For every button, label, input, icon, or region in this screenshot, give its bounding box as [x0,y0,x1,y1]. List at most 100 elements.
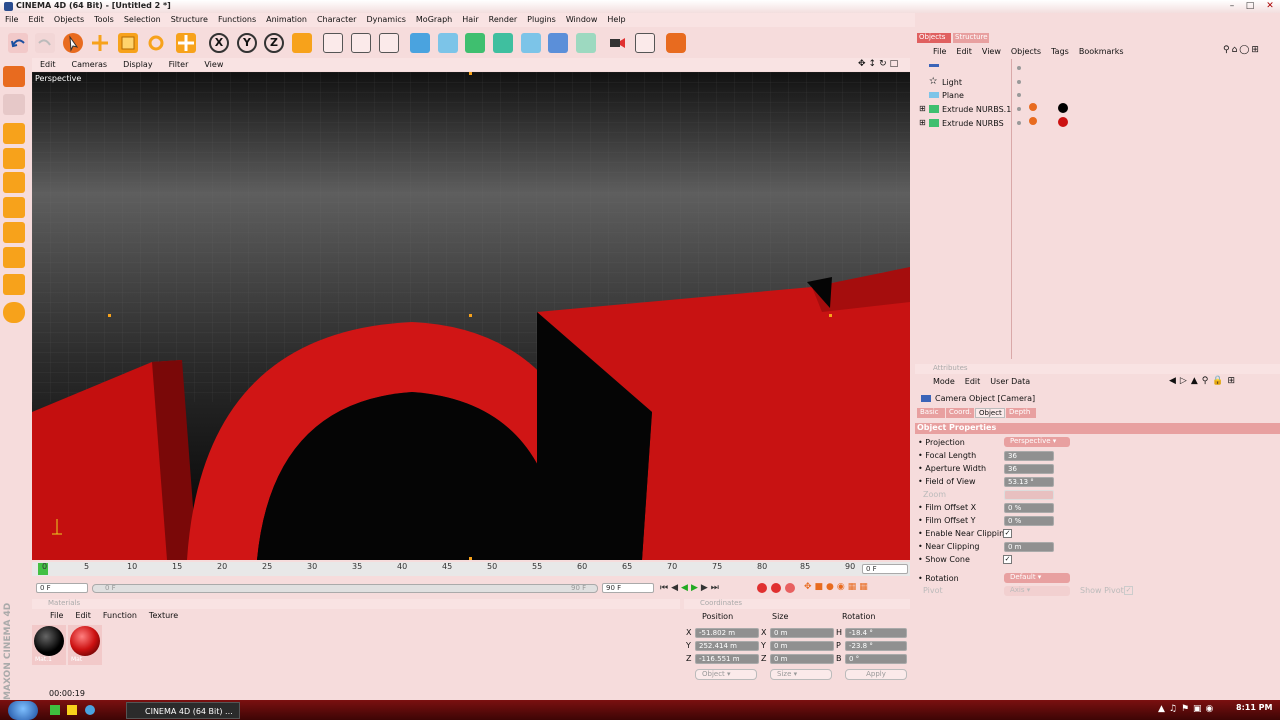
keyframe-selection-icon[interactable] [785,583,795,593]
texture-tag-icon[interactable] [1029,103,1037,111]
polygons-mode-icon[interactable] [3,222,25,243]
tab-coord[interactable]: Coord. [946,408,974,418]
start-button[interactable] [8,701,38,720]
z-axis-lock-icon[interactable]: Z [264,33,284,53]
object-item-extrude-nurbs[interactable]: Extrude NURBS [942,119,1004,128]
menu-objects[interactable]: Objects [49,13,89,27]
scene-icon[interactable] [548,33,568,53]
material-tag-icon[interactable] [1058,117,1068,127]
axis-mode-icon[interactable] [3,148,25,169]
record-icon[interactable] [757,583,767,593]
object-mode-icon[interactable] [3,94,25,115]
visibility-dot[interactable] [1017,121,1021,125]
y-axis-lock-icon[interactable]: Y [237,33,257,53]
attributes-menu-user-data[interactable]: User Data [990,377,1030,386]
quicklaunch-icon[interactable] [67,705,77,715]
menu-help[interactable]: Help [602,13,630,27]
film-offset-x-field[interactable] [1004,503,1054,513]
environment-icon[interactable] [576,33,596,53]
size-x-field[interactable] [770,628,834,638]
projection-select[interactable]: Perspective ▾ [1004,437,1070,447]
end-frame-field[interactable] [602,583,654,593]
tab-basic[interactable]: Basic [917,408,945,418]
menu-mograph[interactable]: MoGraph [411,13,457,27]
live-selection-icon[interactable] [63,33,83,53]
objects-menu-bookmarks[interactable]: Bookmarks [1079,47,1124,56]
coordinate-system-icon[interactable] [292,33,312,53]
size-z-field[interactable] [770,654,834,664]
sculpt-mode-icon[interactable] [3,302,25,323]
object-item-extrude-nurbs-1[interactable]: Extrude NURBS.1 [942,105,1011,114]
viewport-menu-edit[interactable]: Edit [32,58,64,71]
deformer-icon[interactable] [521,33,541,53]
menu-functions[interactable]: Functions [213,13,261,27]
materials-menu-edit[interactable]: Edit [75,611,91,620]
nurbs-icon[interactable] [465,33,485,53]
3d-viewport[interactable] [32,72,910,560]
uv-mode-icon[interactable] [3,274,25,295]
close-icon[interactable]: ✕ [1262,0,1278,12]
tab-objects[interactable]: Objects [917,33,951,43]
viewport-menu-cameras[interactable]: Cameras [64,58,116,71]
viewport-nav-icons[interactable]: ✥↕↻□ [858,59,901,69]
autokey-icon[interactable] [771,583,781,593]
objects-menu-file[interactable]: File [933,47,946,56]
rotation-p-field[interactable] [845,641,907,651]
frame-range-slider[interactable]: 0 F 90 F [92,584,598,593]
menu-character[interactable]: Character [312,13,362,27]
object-item-light[interactable]: Light [942,78,962,87]
visibility-dot[interactable] [1017,93,1021,97]
enable-near-clipping-checkbox[interactable]: ✓ [1003,529,1012,538]
quicklaunch-icon[interactable] [50,705,60,715]
object-item-plane[interactable]: Plane [942,91,964,100]
render-region-icon[interactable] [666,33,686,53]
objects-search-icons[interactable]: ⚲⌂◯⊞ [1223,45,1261,55]
position-y-field[interactable] [695,641,759,651]
minimize-icon[interactable]: – [1224,0,1240,12]
taskbar-item-cinema4d[interactable]: CINEMA 4D (64 Bit) ... [126,702,240,719]
menu-selection[interactable]: Selection [119,13,166,27]
objects-menu-tags[interactable]: Tags [1051,47,1069,56]
menu-render[interactable]: Render [484,13,522,27]
visibility-dot[interactable] [1017,66,1021,70]
tab-depth[interactable]: Depth [1006,408,1036,418]
timeline-ruler[interactable]: 0 5 10 15 20 25 30 35 40 45 50 55 60 65 … [32,562,910,576]
points-mode-icon[interactable] [3,172,25,193]
position-x-field[interactable] [695,628,759,638]
viewport-menu-filter[interactable]: Filter [161,58,197,71]
render-settings-icon[interactable] [379,33,399,53]
menu-plugins[interactable]: Plugins [522,13,561,27]
focal-length-field[interactable] [1004,451,1054,461]
cube-primitive-icon[interactable] [410,33,430,53]
camera-object-icon[interactable] [929,64,939,67]
menu-structure[interactable]: Structure [166,13,213,27]
light-icon[interactable] [635,33,655,53]
texture-tag-icon[interactable] [1029,117,1037,125]
attributes-menu-mode[interactable]: Mode [933,377,955,386]
rotation-h-field[interactable] [845,628,907,638]
redo-icon[interactable] [35,33,55,53]
expand-icon[interactable]: ⊞ [919,118,926,127]
texture-mode-icon[interactable] [3,123,25,144]
viewport-menu-display[interactable]: Display [115,58,161,71]
playback-controls[interactable]: ⏮◀◀▶▶⏭ [660,583,722,593]
animation-mode-icon[interactable] [3,247,25,268]
size-y-field[interactable] [770,641,834,651]
move-icon[interactable] [90,33,110,53]
start-frame-field[interactable] [36,583,88,593]
tab-structure[interactable]: Structure [953,33,989,43]
rotate-icon[interactable] [146,33,166,53]
spline-icon[interactable] [438,33,458,53]
attributes-menu-edit[interactable]: Edit [965,377,981,386]
undo-icon[interactable] [8,33,28,53]
system-tray-icons[interactable]: ▲♫⚑▣◉ [1158,704,1217,714]
aperture-width-field[interactable] [1004,464,1054,474]
menu-hair[interactable]: Hair [457,13,483,27]
size-mode-select[interactable]: Size ▾ [770,669,832,680]
materials-menu-function[interactable]: Function [103,611,137,620]
render-picture-viewer-icon[interactable] [351,33,371,53]
edges-mode-icon[interactable] [3,197,25,218]
rotation-b-field[interactable] [845,654,907,664]
film-offset-y-field[interactable] [1004,516,1054,526]
camera-icon[interactable] [607,33,627,53]
